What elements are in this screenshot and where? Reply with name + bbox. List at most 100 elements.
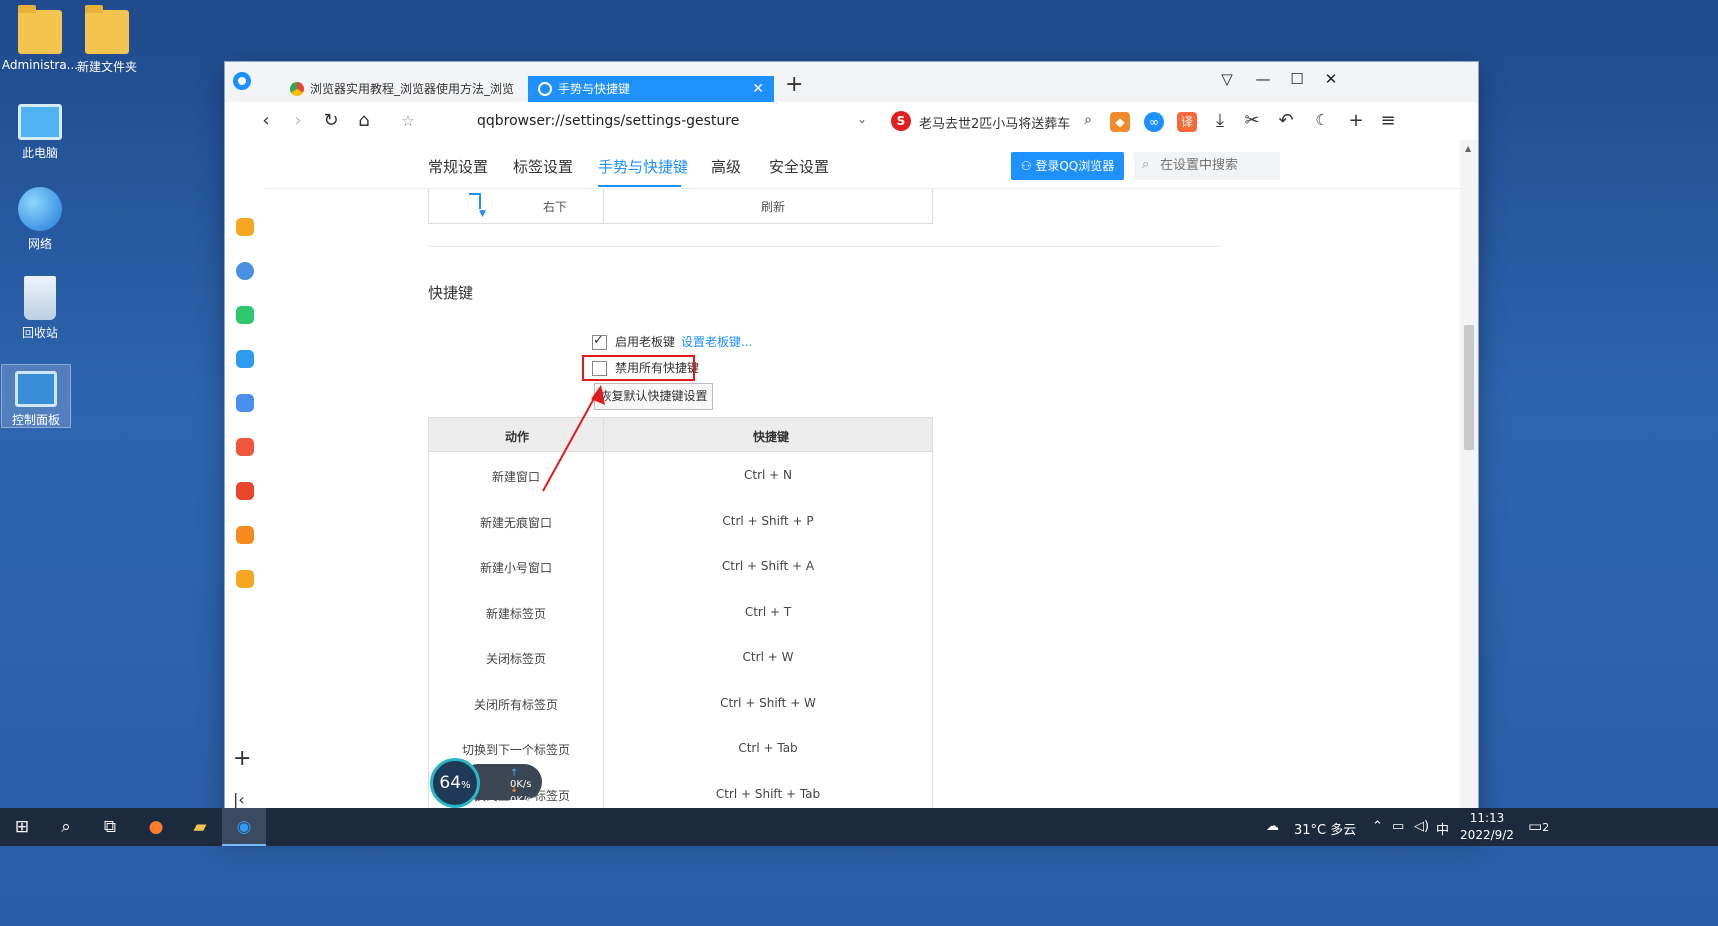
desktop-icon-new-folder[interactable]: 新建文件夹	[67, 5, 147, 75]
gesture-direction: 右下	[543, 200, 568, 214]
menu-icon[interactable]: ≡	[1377, 110, 1399, 131]
tab-security-settings[interactable]: 安全设置	[769, 156, 829, 177]
table-row[interactable]: 新建无痕窗口 Ctrl + Shift + P	[429, 499, 932, 544]
qq-browser-logo-icon[interactable]	[233, 72, 251, 90]
tab-gesture-shortcuts[interactable]: 手势与快捷键	[598, 156, 688, 177]
undo-icon[interactable]: ↶	[1275, 110, 1297, 131]
activation-watermark-title: 激活 Windows	[1305, 781, 1434, 803]
clock[interactable]: 11:13 2022/9/2	[1460, 810, 1514, 844]
search-suggestion[interactable]: 老马去世2匹小马将送葬车	[919, 113, 1079, 132]
gesture-row: 右下 刷新	[428, 189, 933, 224]
network-speed-widget[interactable]: ↑ 0K/s ↓ 0K/s 64%	[430, 758, 542, 808]
table-row[interactable]: 新建标签页 Ctrl + T	[429, 590, 932, 635]
home-button[interactable]: ⌂	[353, 110, 375, 131]
key-cell[interactable]: Ctrl + W	[604, 650, 932, 664]
key-cell[interactable]: Ctrl + Shift + Tab	[604, 787, 932, 801]
extension-infinity-icon[interactable]: ∞	[1144, 112, 1164, 132]
maximize-button[interactable]: ☐	[1287, 70, 1307, 88]
settings-search-input[interactable]	[1158, 157, 1277, 174]
shortcuts-section-title: 快捷键	[428, 284, 474, 302]
gesture-action[interactable]: 刷新	[761, 198, 785, 215]
settings-nav: 常规设置 标签设置 手势与快捷键 高级 安全设置 ⚇ 登录QQ浏览器 ⌕	[265, 140, 1460, 189]
set-boss-key-link[interactable]: 设置老板键...	[681, 335, 752, 349]
app-store-icon[interactable]	[236, 438, 254, 456]
search-icon[interactable]: ⌕	[1077, 112, 1099, 128]
pdf-icon[interactable]	[236, 482, 254, 500]
tab-advanced[interactable]: 高级	[711, 156, 741, 177]
file-explorer-icon[interactable]: ▰	[178, 808, 222, 846]
cloud-icon[interactable]	[236, 394, 254, 412]
key-cell[interactable]: Ctrl + Shift + P	[604, 514, 932, 528]
translate-icon[interactable]: 译	[1177, 112, 1197, 132]
key-cell[interactable]: Ctrl + Shift + W	[604, 696, 932, 710]
refresh-button[interactable]: ↻	[320, 110, 342, 131]
night-mode-icon[interactable]: ☾	[1311, 111, 1333, 129]
collapse-sidebar-icon[interactable]: |‹	[233, 790, 245, 809]
bookmark-star-icon[interactable]: ☆	[397, 112, 419, 130]
upload-arrow-icon: ↑	[510, 768, 519, 779]
tab-general-settings[interactable]: 常规设置	[428, 156, 488, 177]
file-transfer-icon[interactable]	[236, 350, 254, 368]
key-cell[interactable]: Ctrl + Shift + A	[604, 559, 932, 573]
wechat-icon[interactable]	[236, 306, 254, 324]
tab-gesture-settings[interactable]: 手势与快捷键 ✕	[528, 76, 774, 102]
history-icon[interactable]	[236, 262, 254, 280]
minimize-button[interactable]: —	[1253, 70, 1273, 88]
action-cell: 关闭标签页	[485, 652, 546, 666]
windows-start-icon[interactable]: ⊞	[0, 808, 44, 846]
forward-button[interactable]: ›	[287, 110, 309, 131]
settings-page: 常规设置 标签设置 手势与快捷键 高级 安全设置 ⚇ 登录QQ浏览器 ⌕ 右下 …	[265, 140, 1460, 834]
close-window-button[interactable]: ✕	[1321, 70, 1341, 88]
key-cell[interactable]: Ctrl + Tab	[604, 741, 932, 755]
input-method-indicator[interactable]: 中	[1436, 819, 1449, 838]
login-qq-button[interactable]: ⚇ 登录QQ浏览器	[1011, 152, 1124, 180]
download-icon[interactable]: ⤓	[1209, 110, 1231, 131]
search-tool-icon[interactable]	[236, 526, 254, 544]
desktop-icon-control-panel[interactable]: 控制面板	[1, 364, 71, 428]
notes-icon[interactable]	[236, 570, 254, 588]
boss-key-checkbox[interactable]	[592, 333, 607, 350]
notification-center-icon[interactable]: ▭2	[1528, 817, 1549, 835]
network-tray-icon[interactable]: ▭	[1392, 819, 1404, 834]
new-tab-button[interactable]: +	[785, 72, 803, 97]
back-button[interactable]: ‹	[255, 110, 277, 131]
tab-tab-settings[interactable]: 标签设置	[513, 156, 573, 177]
add-sidebar-item-icon[interactable]: +	[233, 746, 251, 771]
address-bar[interactable]: qqbrowser://settings/settings-gesture	[477, 113, 739, 129]
download-speed-value: 0K/s	[510, 795, 532, 806]
tray-chevron-up-icon[interactable]: ⌃	[1372, 819, 1383, 834]
highlight-box	[582, 355, 695, 381]
scrollbar-thumb[interactable]	[1464, 325, 1474, 450]
notification-glyph: ▭	[1528, 817, 1543, 835]
pin-icon[interactable]: ▽	[1217, 70, 1237, 88]
taskbar: ⊞ ⌕ ⧉ ● ▰ ◉ ☁ 31°C 多云 ⌃ ▭ ◁) 中 11:13 202…	[0, 808, 1718, 846]
tab-tutorial[interactable]: 浏览器实用教程_浏览器使用方法_浏览	[280, 76, 533, 102]
download-arrow-icon: ↓	[510, 784, 519, 795]
sogou-search-icon[interactable]: S	[891, 111, 911, 131]
chevron-down-icon[interactable]: ⌄	[857, 112, 867, 126]
task-view-icon[interactable]: ⧉	[88, 808, 132, 846]
table-row[interactable]: 关闭所有标签页 Ctrl + Shift + W	[429, 681, 932, 726]
table-row[interactable]: 新建小号窗口 Ctrl + Shift + A	[429, 544, 932, 589]
desktop-icon-network[interactable]: 网络	[0, 187, 80, 252]
desktop-icon-recycle-bin[interactable]: 回收站	[0, 276, 80, 341]
table-row[interactable]: 关闭标签页 Ctrl + W	[429, 635, 932, 680]
game-icon[interactable]: ◆	[1110, 112, 1130, 132]
volume-icon[interactable]: ◁)	[1414, 819, 1429, 834]
qq-browser-taskbar-icon[interactable]: ◉	[222, 808, 266, 846]
table-row[interactable]: 新建窗口 Ctrl + N	[429, 453, 932, 498]
search-icon[interactable]: ⌕	[44, 808, 88, 846]
scroll-up-icon[interactable]: ▲	[1465, 144, 1471, 153]
key-cell[interactable]: Ctrl + T	[604, 605, 932, 619]
firefox-icon[interactable]: ●	[134, 808, 178, 846]
screenshot-scissors-icon[interactable]: ✂	[1241, 110, 1263, 131]
desktop-icon-this-pc[interactable]: 此电脑	[0, 98, 80, 161]
add-icon[interactable]: +	[1345, 110, 1367, 131]
favorites-icon[interactable]	[236, 218, 254, 236]
key-cell[interactable]: Ctrl + N	[604, 468, 932, 482]
vertical-scrollbar[interactable]: ▲ ▼	[1460, 140, 1478, 834]
weather-text[interactable]: 31°C 多云	[1294, 819, 1356, 838]
weather-icon[interactable]: ☁	[1266, 819, 1279, 834]
settings-search[interactable]: ⌕	[1134, 152, 1280, 180]
close-tab-icon[interactable]: ✕	[752, 76, 764, 102]
